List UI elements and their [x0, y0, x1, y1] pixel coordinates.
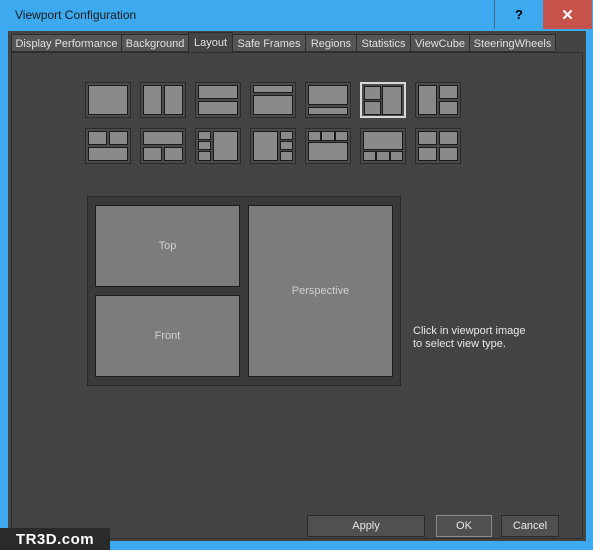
- layout-template[interactable]: [415, 128, 461, 164]
- dialog-window: Viewport Configuration ? ✕ Display Perfo…: [0, 0, 593, 550]
- layout-template[interactable]: [195, 128, 241, 164]
- window-title: Viewport Configuration: [15, 8, 137, 22]
- tab-background[interactable]: Background: [121, 34, 189, 52]
- tab-display-performance[interactable]: Display Performance: [11, 34, 122, 52]
- dialog-client: Display Performance Background Layout Sa…: [8, 31, 586, 541]
- watermark-logo: TR3D.com: [0, 528, 110, 550]
- title-bar[interactable]: Viewport Configuration ? ✕: [0, 0, 593, 30]
- layout-template[interactable]: [250, 128, 296, 164]
- layout-template-selected[interactable]: [360, 82, 406, 118]
- layout-template[interactable]: [415, 82, 461, 118]
- tab-viewcube[interactable]: ViewCube: [410, 34, 470, 52]
- apply-button[interactable]: Apply: [307, 515, 425, 537]
- viewport-perspective[interactable]: Perspective: [248, 205, 393, 377]
- tab-steeringwheels[interactable]: SteeringWheels: [469, 34, 556, 52]
- hint-text: Click in viewport image to select view t…: [413, 325, 526, 350]
- tab-regions[interactable]: Regions: [305, 34, 357, 52]
- layout-template[interactable]: [140, 82, 186, 118]
- layout-template[interactable]: [195, 82, 241, 118]
- cancel-button[interactable]: Cancel: [501, 515, 559, 537]
- layout-template[interactable]: [305, 82, 351, 118]
- tab-statistics[interactable]: Statistics: [356, 34, 411, 52]
- close-button[interactable]: ✕: [543, 0, 592, 29]
- tab-safe-frames[interactable]: Safe Frames: [232, 34, 306, 52]
- layout-template[interactable]: [85, 82, 131, 118]
- tab-layout[interactable]: Layout: [188, 32, 233, 54]
- viewport-preview: Top Front Perspective: [87, 196, 401, 386]
- viewport-top[interactable]: Top: [95, 205, 240, 287]
- layout-template[interactable]: [360, 128, 406, 164]
- layout-panel: Top Front Perspective Click in viewport …: [11, 52, 583, 539]
- viewport-front[interactable]: Front: [95, 295, 240, 377]
- layout-template[interactable]: [250, 82, 296, 118]
- ok-button[interactable]: OK: [436, 515, 492, 537]
- help-button[interactable]: ?: [494, 0, 543, 29]
- layout-template[interactable]: [140, 128, 186, 164]
- layout-template[interactable]: [305, 128, 351, 164]
- layout-template[interactable]: [85, 128, 131, 164]
